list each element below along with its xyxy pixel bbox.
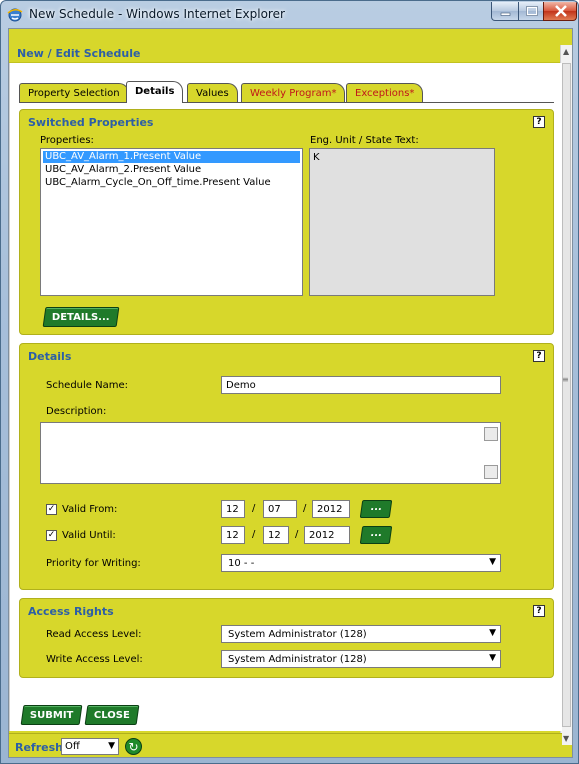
refresh-value: Off [65, 741, 80, 752]
refresh-label: Refresh: [15, 741, 68, 754]
switched-properties-panel: Switched Properties ? Properties: Eng. U… [19, 109, 554, 335]
properties-label: Properties: [40, 135, 94, 146]
title-bar[interactable]: New Schedule - Windows Internet Explorer [1, 1, 578, 27]
refresh-bar: Refresh: Off ▼ ↻ [9, 733, 562, 757]
priority-label: Priority for Writing: [46, 558, 141, 569]
details-title: Details [28, 350, 72, 363]
description-label: Description: [46, 406, 107, 417]
valid-from-checkbox[interactable]: ✓ [46, 504, 57, 515]
chevron-down-icon: ▼ [108, 741, 115, 751]
valid-until-day[interactable]: 12 [221, 526, 245, 544]
scrollbar-thumb[interactable] [562, 63, 571, 727]
date-separator: / [303, 503, 307, 514]
minimize-button[interactable] [491, 2, 519, 21]
page-title: New / Edit Schedule [17, 47, 141, 60]
details-button[interactable]: DETAILS... [42, 307, 120, 327]
internet-explorer-icon [7, 8, 23, 22]
help-icon[interactable]: ? [533, 350, 545, 362]
minimize-icon [500, 12, 511, 16]
help-icon[interactable]: ? [533, 605, 545, 617]
maximize-icon [526, 6, 538, 16]
help-icon[interactable]: ? [533, 116, 545, 128]
chevron-down-icon: ▼ [489, 653, 496, 663]
list-item[interactable]: UBC_AV_Alarm_2.Present Value [43, 164, 201, 176]
schedule-form: Property Selection Details Values Weekly… [9, 63, 562, 731]
refresh-icon[interactable]: ↻ [125, 738, 142, 755]
valid-from-month[interactable]: 07 [263, 500, 297, 518]
valid-from-date-picker-button[interactable]: ... [359, 500, 393, 518]
access-rights-panel: Access Rights ? Read Access Level: Syste… [19, 598, 554, 678]
switched-properties-title: Switched Properties [28, 116, 154, 129]
access-rights-title: Access Rights [28, 605, 114, 618]
textarea-scroll-down[interactable] [484, 465, 498, 479]
valid-from-day[interactable]: 12 [221, 500, 245, 518]
properties-listbox[interactable]: UBC_AV_Alarm_1.Present Value UBC_AV_Alar… [40, 148, 303, 296]
priority-value: 10 - - [228, 558, 255, 569]
read-access-select[interactable]: System Administrator (128) ▼ [221, 625, 501, 643]
scroll-up-icon[interactable]: ▲ [563, 47, 569, 56]
close-icon [555, 5, 567, 17]
valid-from-year[interactable]: 2012 [312, 500, 350, 518]
tab-property-selection[interactable]: Property Selection [19, 83, 129, 103]
schedule-name-label: Schedule Name: [46, 380, 129, 391]
read-access-label: Read Access Level: [46, 629, 142, 640]
submit-button[interactable]: SUBMIT [20, 705, 83, 725]
maximize-button[interactable] [518, 2, 544, 21]
list-item[interactable]: UBC_AV_Alarm_1.Present Value [43, 151, 300, 163]
tab-divider [19, 102, 554, 103]
page-viewport: New / Edit Schedule ▲ ≡ ▼ Property Selec… [8, 28, 573, 758]
unit-value: K [313, 152, 320, 163]
tab-values[interactable]: Values [187, 83, 238, 103]
scroll-down-icon[interactable]: ▼ [563, 734, 569, 743]
page-header: New / Edit Schedule [9, 29, 562, 63]
checkmark-icon: ✓ [47, 530, 56, 540]
tab-bar: Property Selection Details Values Weekly… [19, 81, 559, 103]
close-button[interactable]: CLOSE [84, 705, 140, 725]
unit-display: K [309, 148, 495, 296]
refresh-select[interactable]: Off ▼ [61, 738, 119, 755]
valid-from-label: Valid From: [62, 504, 118, 515]
write-access-label: Write Access Level: [46, 654, 143, 665]
valid-until-year[interactable]: 2012 [304, 526, 350, 544]
write-access-value: System Administrator (128) [228, 654, 367, 665]
unit-label: Eng. Unit / State Text: [310, 135, 419, 146]
read-access-value: System Administrator (128) [228, 629, 367, 640]
schedule-name-input[interactable]: Demo [221, 376, 501, 394]
list-item[interactable]: UBC_Alarm_Cycle_On_Off_time.Present Valu… [43, 177, 271, 189]
valid-until-checkbox[interactable]: ✓ [46, 530, 57, 541]
valid-until-date-picker-button[interactable]: ... [359, 526, 393, 544]
chevron-down-icon: ▼ [489, 628, 496, 638]
details-panel: Details ? Schedule Name: Demo Descriptio… [19, 343, 554, 590]
write-access-select[interactable]: System Administrator (128) ▼ [221, 650, 501, 668]
window-title: New Schedule - Windows Internet Explorer [29, 7, 285, 21]
date-separator: / [252, 503, 256, 514]
tab-weekly-program[interactable]: Weekly Program* [241, 83, 346, 103]
date-separator: / [295, 529, 299, 540]
textarea-scroll-up[interactable] [484, 427, 498, 441]
valid-until-month[interactable]: 12 [263, 526, 289, 544]
tab-details[interactable]: Details [126, 81, 184, 103]
date-separator: / [252, 529, 256, 540]
valid-until-label: Valid Until: [62, 530, 116, 541]
description-textarea[interactable] [40, 422, 501, 484]
close-window-button[interactable] [543, 2, 577, 21]
browser-window: New Schedule - Windows Internet Explorer… [0, 0, 579, 764]
chevron-down-icon: ▼ [489, 557, 496, 567]
priority-select[interactable]: 10 - - ▼ [221, 554, 501, 572]
tab-exceptions[interactable]: Exceptions* [346, 83, 424, 103]
checkmark-icon: ✓ [47, 504, 56, 514]
scrollbar-grip-icon: ≡ [562, 375, 569, 384]
